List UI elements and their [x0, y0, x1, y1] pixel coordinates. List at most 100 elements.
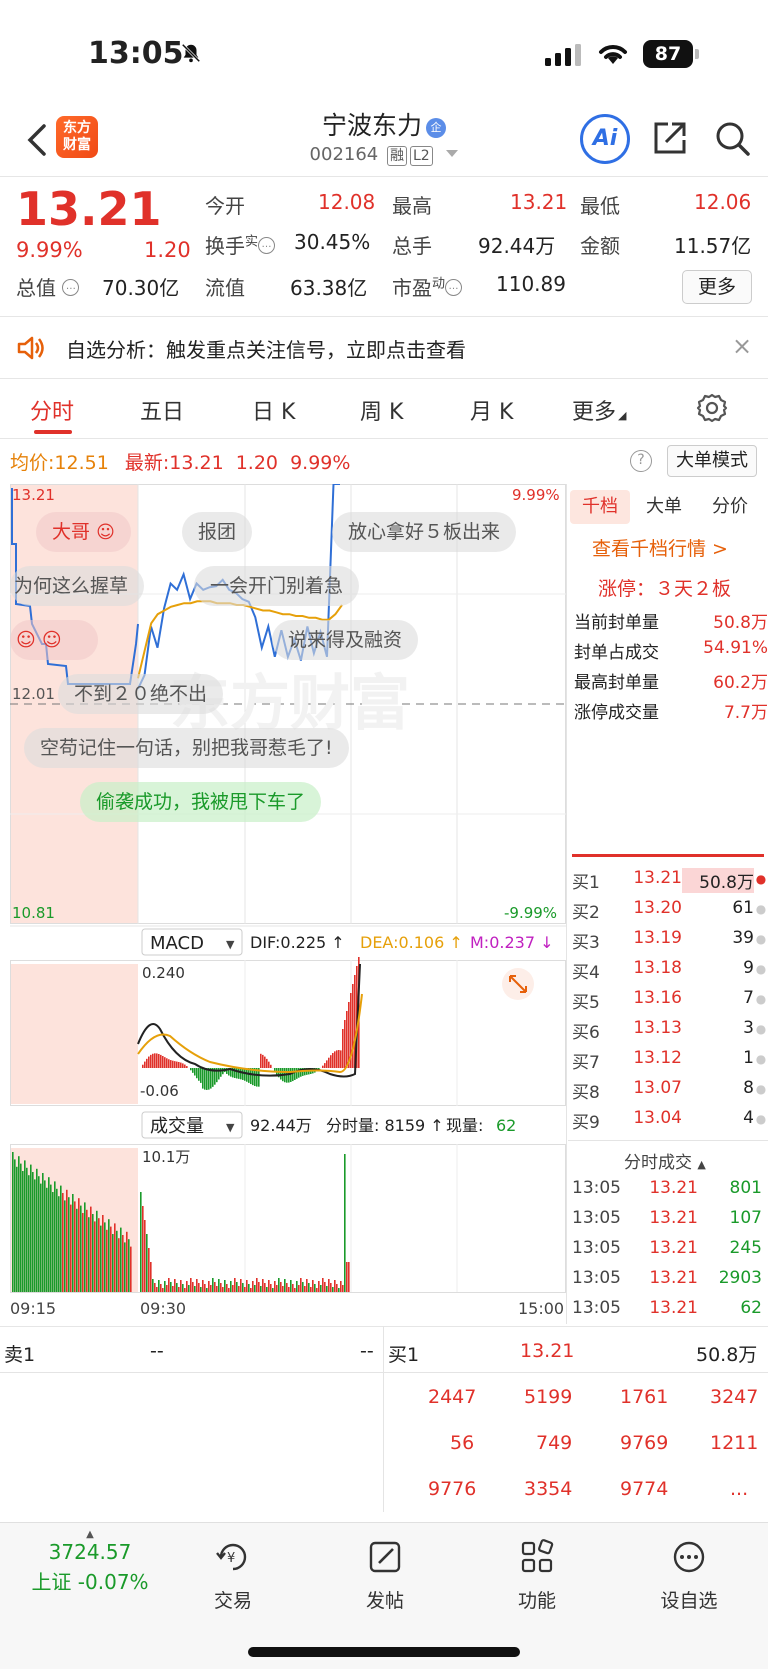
- nav-add-watchlist[interactable]: 设自选: [634, 1537, 744, 1613]
- dea-value: DEA:0.106 ↑: [360, 933, 463, 952]
- gear-icon[interactable]: [696, 392, 728, 424]
- comment-bubble[interactable]: 报团: [182, 512, 253, 552]
- volume-bar: [190, 1278, 192, 1292]
- volume-bar: [76, 1208, 78, 1292]
- queue-order: 9774: [620, 1478, 669, 1500]
- macd-bar: [152, 1053, 154, 1068]
- more-button[interactable]: 更多: [682, 270, 752, 304]
- divider: [0, 378, 768, 379]
- margin-tag: 融: [387, 146, 407, 166]
- volume-bar: [202, 1280, 204, 1292]
- volume-bar: [80, 1205, 82, 1292]
- nav-post[interactable]: 发帖: [330, 1537, 440, 1613]
- tab-big-orders[interactable]: 大单: [634, 490, 694, 524]
- bid-row[interactable]: 买5 13.16 7 ●: [572, 988, 768, 1013]
- low-label: 最低: [580, 194, 620, 218]
- limit-stat: 最高封单量 60.2万: [574, 673, 768, 693]
- bid-row[interactable]: 买9 13.04 4 ●: [572, 1108, 768, 1133]
- queue-order: 5199: [524, 1386, 573, 1408]
- volume-bar: [78, 1198, 80, 1292]
- sell1-price: --: [150, 1340, 164, 1362]
- volume-bar: [146, 1234, 148, 1292]
- intraday-chart-svg: 东方财富 13.21 9.99% 10.81 -9.99% 12.01 MACD…: [10, 483, 566, 1318]
- bid-row[interactable]: 买3 13.19 39 ●: [572, 928, 768, 953]
- comment-bubble[interactable]: 一会开门别着急: [194, 566, 360, 606]
- comment-bubble[interactable]: 偷袭成功，我被甩下车了: [80, 782, 322, 822]
- volume-bar: [24, 1160, 26, 1292]
- comment-bubble[interactable]: 空苟记住一句话，别把我哥惹毛了!: [24, 728, 349, 768]
- bid-row[interactable]: 买4 13.18 9 ●: [572, 958, 768, 983]
- volume-bar: [28, 1175, 30, 1292]
- tab-monthly-k[interactable]: 月 K: [470, 394, 513, 426]
- volume-total: 92.44万: [250, 1116, 312, 1135]
- time-end-label: 15:00: [518, 1299, 564, 1318]
- macd-bottom-label: -0.06: [140, 1082, 179, 1100]
- comment-bubble[interactable]: 说来得及融资: [272, 620, 419, 660]
- volume-bar: [250, 1288, 252, 1292]
- macd-bar: [154, 1053, 156, 1068]
- tab-price-distribution[interactable]: 分价: [700, 490, 760, 524]
- macd-bar: [344, 1020, 346, 1068]
- volume-bar: [320, 1285, 322, 1292]
- volume-bar: [170, 1282, 172, 1292]
- nav-functions[interactable]: 功能: [482, 1537, 592, 1613]
- comment-bubble[interactable]: 放心拿好５板出来: [332, 512, 517, 552]
- macd-bar: [182, 1063, 184, 1068]
- macd-bar: [192, 1068, 194, 1073]
- volume-bar: [36, 1168, 38, 1292]
- queue-order: 1761: [620, 1386, 669, 1408]
- volume-bar: [144, 1220, 146, 1292]
- watchlist-alert-banner[interactable]: 自选分析：触发重点关注信号，立即点击查看 ×: [0, 318, 768, 378]
- volume-bar: [200, 1287, 202, 1292]
- volume-bar: [298, 1285, 300, 1292]
- info-icon[interactable]: …: [62, 279, 80, 296]
- volume-bar: [38, 1176, 40, 1292]
- volume-bar: [84, 1202, 86, 1292]
- thousand-levels-link[interactable]: 查看千档行情 >: [592, 534, 728, 561]
- nav-trade[interactable]: ¥ 交易: [178, 1537, 288, 1613]
- volume-bar: [122, 1235, 124, 1292]
- tab-weekly-k[interactable]: 周 K: [360, 394, 403, 426]
- volume-bar: [180, 1280, 182, 1292]
- macd-bar: [150, 1054, 152, 1068]
- comment-bubble[interactable]: 不到２０绝不出: [58, 674, 224, 714]
- volume-bar: [104, 1222, 106, 1292]
- share-icon[interactable]: [650, 118, 690, 158]
- bid-row[interactable]: 买1 13.21 50.8万 ●: [572, 868, 768, 893]
- comment-bubble[interactable]: 为何这么握草: [10, 566, 145, 606]
- dif-value: DIF:0.225 ↑: [250, 933, 345, 952]
- comment-bubble[interactable]: 大哥 ☺: [36, 512, 131, 552]
- comment-bubble-emoji[interactable]: ☺ ☺: [10, 620, 98, 660]
- speaker-icon: [17, 336, 44, 360]
- macd-bar: [244, 1068, 246, 1081]
- pe-label: 市盈动…: [392, 272, 463, 301]
- tab-five-day[interactable]: 五日: [140, 394, 184, 426]
- macd-bar: [348, 1002, 350, 1068]
- bid-row[interactable]: 买2 13.20 61 ●: [572, 898, 768, 923]
- post-edit-icon: [369, 1541, 401, 1573]
- tab-daily-k[interactable]: 日 K: [252, 394, 295, 426]
- info-icon[interactable]: …: [445, 279, 463, 296]
- info-icon[interactable]: …: [258, 237, 276, 254]
- index-widget[interactable]: ▲ 3724.57 上证 -0.07%: [20, 1529, 160, 1595]
- search-icon[interactable]: [712, 118, 752, 158]
- volume-bar: [278, 1278, 280, 1292]
- close-icon[interactable]: ×: [732, 332, 752, 360]
- big-order-mode-button[interactable]: 大单模式: [667, 445, 757, 477]
- tab-more[interactable]: 更多 ◢: [572, 394, 626, 426]
- bid-row[interactable]: 买8 13.07 8 ●: [572, 1078, 768, 1103]
- bid-row[interactable]: 买6 13.13 3 ●: [572, 1018, 768, 1043]
- tab-intraday[interactable]: 分时: [30, 394, 74, 426]
- tab-thousand-levels[interactable]: 千档: [570, 490, 630, 524]
- volume-value: 92.44万: [478, 234, 556, 258]
- volume-bar: [218, 1279, 220, 1292]
- functions-grid-icon: [521, 1539, 554, 1573]
- volume-bar: [282, 1286, 284, 1292]
- ai-button[interactable]: Ai: [580, 114, 630, 164]
- help-icon[interactable]: ?: [630, 450, 652, 472]
- tick-trades-title[interactable]: 分时成交 ▲: [624, 1148, 706, 1173]
- bid-row[interactable]: 买7 13.12 1 ●: [572, 1048, 768, 1073]
- intraday-chart[interactable]: 东方财富 13.21 9.99% 10.81 -9.99% 12.01 MACD…: [10, 483, 566, 1324]
- macd-bar: [324, 1063, 326, 1068]
- amount-label: 金额: [580, 234, 620, 258]
